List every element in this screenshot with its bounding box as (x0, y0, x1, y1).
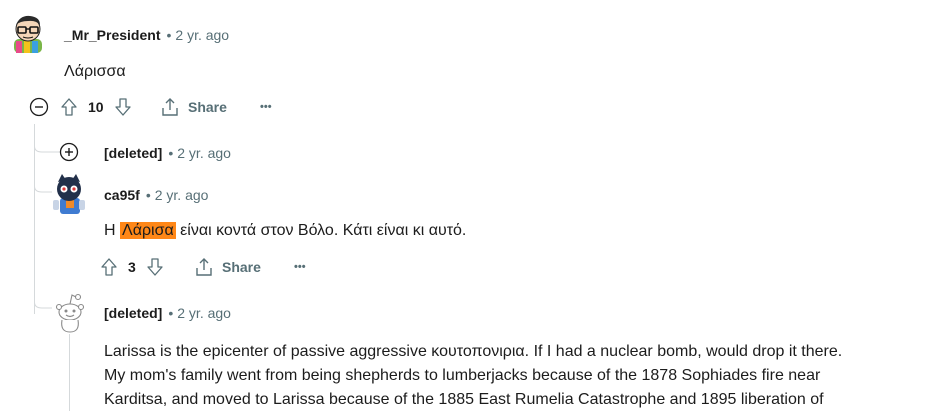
avatar[interactable] (10, 13, 46, 53)
more-options-icon: ••• (260, 101, 272, 113)
share-button[interactable]: Share (160, 97, 227, 117)
share-label: Share (188, 99, 227, 115)
body-text-suffix: είναι κοντά στον Βόλο. Κάτι είναι κι αυτ… (175, 222, 467, 239)
username[interactable]: _Mr_President (64, 27, 160, 43)
comment-header: ca95f • 2 yr. ago (104, 186, 208, 204)
comment-body-line: Karditsa, and moved to Larissa because o… (104, 391, 824, 408)
search-highlight: Λάρισα (120, 222, 176, 239)
vote-count: 10 (88, 99, 104, 115)
comment-header: [deleted] • 2 yr. ago (104, 144, 231, 162)
more-options-button[interactable]: ••• (294, 257, 306, 277)
vote-controls: 10 (60, 97, 132, 117)
share-button[interactable]: Share (194, 257, 261, 277)
username[interactable]: ca95f (104, 187, 140, 203)
comment-header: _Mr_President • 2 yr. ago (64, 26, 229, 44)
snoo-icon (55, 293, 85, 333)
thread-line-sub (69, 334, 70, 411)
username: [deleted] (104, 145, 163, 161)
thread-connector (34, 296, 52, 309)
minus-circle-icon (29, 97, 49, 117)
collapse-button[interactable] (29, 97, 49, 117)
upvote-icon[interactable] (100, 257, 118, 277)
share-icon (194, 257, 214, 277)
comment-body: Λάρισσα (64, 63, 126, 80)
comment-body: Η Λάρισα είναι κοντά στον Βόλο. Κάτι είν… (104, 219, 466, 243)
expand-button[interactable] (59, 142, 79, 162)
more-options-button[interactable]: ••• (260, 97, 272, 117)
more-options-icon: ••• (294, 261, 306, 273)
share-label: Share (222, 259, 261, 275)
timestamp: • 2 yr. ago (145, 187, 209, 203)
timestamp: • 2 yr. ago (166, 27, 230, 43)
body-text-prefix: Η (104, 222, 120, 239)
username: [deleted] (104, 305, 163, 321)
comment-body: Larissa is the epicenter of passive aggr… (104, 340, 919, 412)
plus-circle-icon (59, 142, 79, 162)
vote-controls: 3 (100, 257, 164, 277)
timestamp: • 2 yr. ago (168, 305, 231, 321)
avatar[interactable] (50, 172, 88, 214)
upvote-icon[interactable] (60, 97, 78, 117)
snoo-avatar (52, 292, 88, 334)
comment-body-line: Larissa is the epicenter of passive aggr… (104, 343, 843, 360)
comment-header: [deleted] • 2 yr. ago (104, 304, 231, 322)
downvote-icon[interactable] (114, 97, 132, 117)
comment-body-line: My mom's family went from being shepherd… (104, 367, 821, 384)
vote-count: 3 (128, 259, 136, 275)
share-icon (160, 97, 180, 117)
downvote-icon[interactable] (146, 257, 164, 277)
timestamp: • 2 yr. ago (168, 145, 231, 161)
